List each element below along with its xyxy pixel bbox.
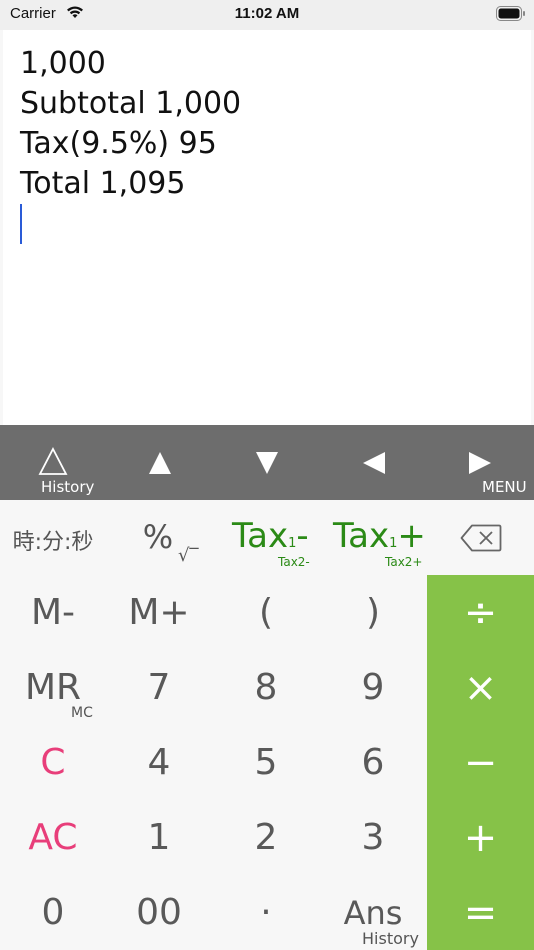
- digit-5-button[interactable]: 5: [213, 725, 319, 800]
- memory-plus-button[interactable]: M+: [106, 575, 212, 650]
- digit-6-button[interactable]: 6: [320, 725, 426, 800]
- digit-1-button[interactable]: 1: [106, 800, 212, 875]
- tax-minus-main: Tax1-: [232, 516, 309, 556]
- arrow-right-icon: [469, 452, 491, 474]
- display-lines: 1,000 Subtotal 1,000 Tax(9.5%) 95 Total …: [20, 44, 241, 204]
- backspace-button[interactable]: [427, 500, 534, 575]
- tax2-plus-label: Tax2+: [385, 555, 423, 569]
- answer-button[interactable]: Ans History: [320, 875, 426, 950]
- display-line-subtotal: Subtotal 1,000: [20, 86, 242, 121]
- arrow-left-icon: [362, 451, 385, 474]
- tax-minus-button[interactable]: Tax1- Tax2-: [213, 500, 320, 575]
- tax-plus-main: Tax1+: [333, 516, 426, 556]
- function-row: 時:分:秒 % Tax1- Tax2- Tax1+ Tax2+: [0, 500, 534, 575]
- subtract-button[interactable]: −: [427, 725, 534, 800]
- all-clear-button[interactable]: AC: [0, 800, 106, 875]
- clock-time: 11:02 AM: [234, 5, 300, 22]
- history-label: History: [41, 478, 95, 496]
- memory-minus-button[interactable]: M-: [0, 575, 106, 650]
- calculator-display[interactable]: 1,000 Subtotal 1,000 Tax(9.5%) 95 Total …: [3, 30, 531, 425]
- cursor-right-menu-button[interactable]: MENU: [427, 425, 534, 500]
- equals-button[interactable]: =: [427, 875, 534, 950]
- answer-label: Ans: [343, 893, 403, 932]
- time-hms-button[interactable]: 時:分:秒: [0, 500, 106, 575]
- cursor-left-button[interactable]: [320, 425, 427, 500]
- multiply-button[interactable]: ×: [427, 650, 534, 725]
- digit-3-button[interactable]: 3: [320, 800, 426, 875]
- digit-8-button[interactable]: 8: [213, 650, 319, 725]
- sqrt-label: √‾: [178, 545, 199, 566]
- tax-plus-button[interactable]: Tax1+ Tax2+: [320, 500, 427, 575]
- add-button[interactable]: +: [427, 800, 534, 875]
- display-line-tax: Tax(9.5%) 95: [20, 126, 217, 161]
- backspace-icon: [460, 524, 502, 552]
- close-paren-button[interactable]: ): [320, 575, 426, 650]
- digit-7-button[interactable]: 7: [106, 650, 212, 725]
- arrow-up-icon: [148, 451, 171, 474]
- digit-2-button[interactable]: 2: [213, 800, 319, 875]
- clear-button[interactable]: C: [0, 725, 106, 800]
- display-line-total: Total 1,095: [20, 166, 186, 201]
- digit-0-button[interactable]: 0: [0, 875, 106, 950]
- arrow-down-icon: [255, 451, 278, 474]
- digit-4-button[interactable]: 4: [106, 725, 212, 800]
- tax2-minus-label: Tax2-: [278, 555, 310, 569]
- digit-9-button[interactable]: 9: [320, 650, 426, 725]
- navigation-bar: History MENU: [0, 425, 534, 500]
- double-zero-button[interactable]: 00: [106, 875, 212, 950]
- decimal-point-button[interactable]: ·: [213, 875, 319, 950]
- display-line-entry: 1,000: [20, 46, 106, 81]
- battery-icon: [496, 6, 525, 21]
- status-bar: Carrier 11:02 AM: [0, 0, 534, 30]
- memory-recall-button[interactable]: MR MC: [0, 650, 106, 725]
- cursor-down-button[interactable]: [213, 425, 320, 500]
- open-paren-button[interactable]: (: [213, 575, 319, 650]
- menu-label: MENU: [482, 478, 527, 496]
- memory-recall-label: MR: [24, 667, 82, 708]
- history-button[interactable]: History: [0, 425, 106, 500]
- answer-history-label: History: [362, 929, 419, 948]
- cursor-up-button[interactable]: [106, 425, 213, 500]
- time-hms-label: 時:分:秒: [12, 530, 94, 555]
- text-cursor: [20, 204, 22, 244]
- memory-clear-label: MC: [71, 705, 93, 721]
- divide-button[interactable]: ÷: [427, 575, 534, 650]
- history-triangle-icon: [38, 447, 68, 475]
